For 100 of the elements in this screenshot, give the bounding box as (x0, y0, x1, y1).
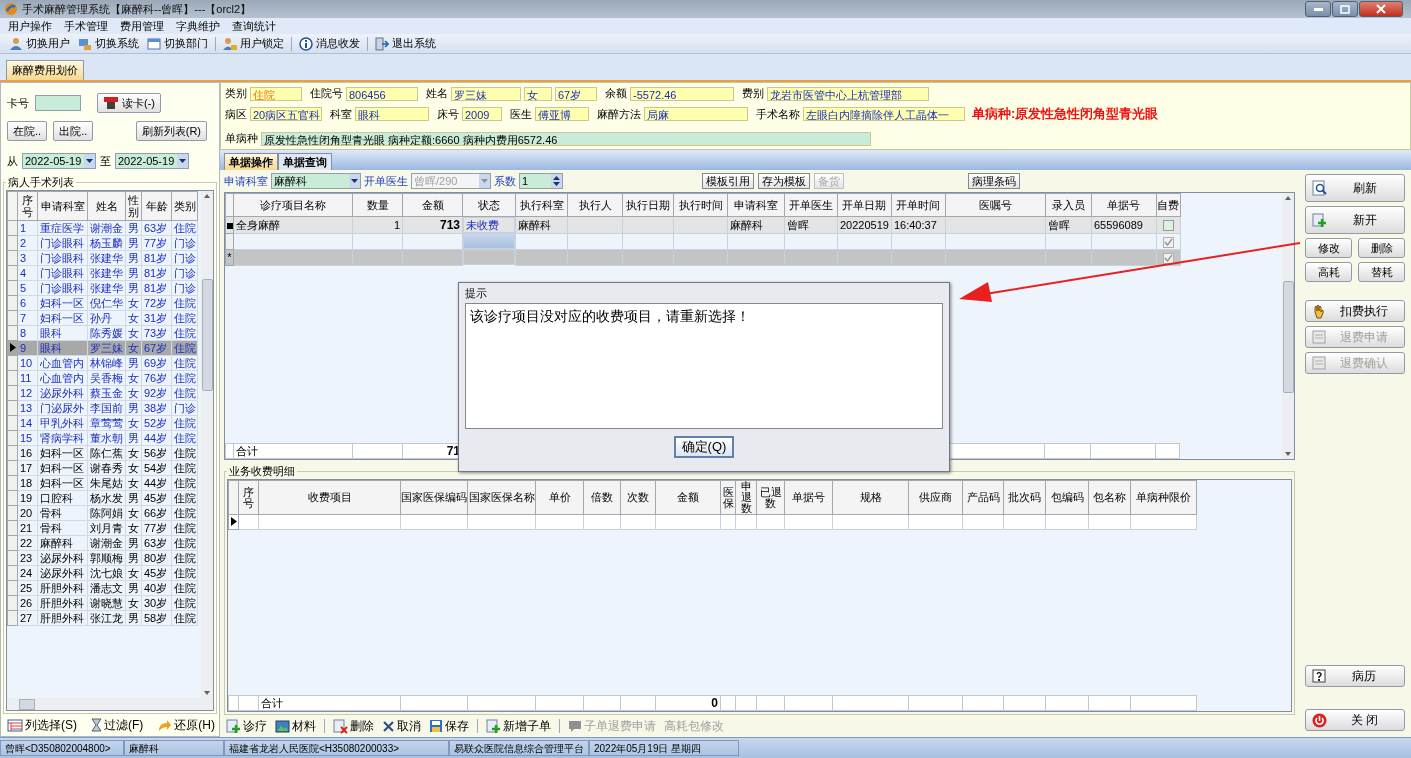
action-button[interactable]: 扣费执行 (1305, 300, 1405, 322)
vertical-scrollbar[interactable] (201, 191, 213, 698)
tab[interactable]: 单据操作 (224, 153, 278, 170)
table-row[interactable]: 23 泌尿外科 郭顺梅 男 80岁 住院 (7, 550, 198, 566)
scrollbar-thumb[interactable] (19, 698, 35, 710)
spinner-arrows-icon[interactable] (551, 174, 562, 188)
toolbar-button[interactable]: 用户锁定 (220, 34, 287, 53)
column-header[interactable]: 开单医生 (784, 193, 838, 217)
list-filter-button[interactable]: 刷新列表(R) (135, 121, 207, 141)
table-row[interactable]: 3 门诊眼科 张建华 男 81岁 门诊 (7, 250, 198, 266)
column-header[interactable]: 年龄 (141, 191, 172, 221)
read-card-button[interactable]: 读卡(-) (97, 93, 161, 113)
column-header[interactable]: 金额 (402, 193, 463, 217)
table-row[interactable] (228, 514, 1197, 530)
minimize-button[interactable] (1305, 1, 1331, 17)
action-button[interactable]: 修改 (1305, 238, 1352, 258)
table-row[interactable]: 9 眼科 罗三妹 女 67岁 住院 (7, 340, 198, 356)
column-header[interactable]: 类别 (171, 191, 198, 221)
menu-item[interactable]: 字典维护 (176, 18, 220, 34)
column-header[interactable]: 次数 (620, 480, 656, 515)
date-picker[interactable]: 2022-05-19 (22, 153, 96, 169)
table-row[interactable]: 26 肝胆外科 谢晓慧 女 30岁 住院 (7, 595, 198, 611)
column-header[interactable]: 序号 (17, 191, 38, 221)
list-filter-button[interactable]: 出院.. (53, 121, 94, 141)
menu-item[interactable]: 用户操作 (8, 18, 52, 34)
table-row[interactable]: 18 妇科一区 朱尾姑 女 44岁 住院 (7, 475, 198, 491)
toolbar-button[interactable]: 材料 (273, 717, 318, 735)
action-button[interactable]: 新开 (1305, 206, 1405, 234)
column-header[interactable]: 执行人 (567, 193, 623, 217)
self-pay-checkbox[interactable] (1162, 252, 1174, 264)
column-header[interactable]: 金额 (655, 480, 721, 515)
tab[interactable]: 单据查询 (278, 153, 332, 170)
column-header[interactable]: 规格 (832, 480, 909, 515)
toolbar-button[interactable]: 切换部门 (144, 34, 211, 53)
action-button[interactable]: 删除 (1358, 238, 1405, 258)
scrollbar-thumb[interactable] (201, 279, 213, 391)
up-arrow-icon[interactable] (203, 193, 211, 199)
table-row[interactable]: 25 肝胆外科 潘志文 男 40岁 住院 (7, 580, 198, 596)
date-picker[interactable]: 2022-05-19 (115, 153, 189, 169)
table-row[interactable]: * (225, 249, 1181, 265)
toolbar-button[interactable]: 取消 (380, 717, 423, 735)
toolbar-button[interactable]: 还原(H) (155, 716, 217, 734)
column-header[interactable]: 诊疗项目名称 (233, 193, 353, 217)
self-pay-checkbox[interactable] (1162, 236, 1174, 248)
column-header[interactable]: 单据号 (1091, 193, 1157, 217)
toolbar-button[interactable]: 列选择(S) (5, 716, 79, 734)
toolbar-button[interactable]: 消息收发 (296, 34, 363, 53)
table-row[interactable]: 6 妇科一区 倪仁华 女 72岁 住院 (7, 295, 198, 311)
column-header[interactable]: 包名称 (1088, 480, 1131, 515)
column-header[interactable]: 序号 (238, 480, 259, 515)
action-button[interactable]: 替耗 (1358, 262, 1405, 282)
column-header[interactable]: 单据号 (784, 480, 833, 515)
toolbar-button[interactable]: 删除 (331, 717, 376, 735)
table-row[interactable]: 27 肝胆外科 张江龙 男 58岁 住院 (7, 610, 198, 626)
ok-button[interactable]: 确定(Q) (673, 436, 735, 458)
form-button[interactable]: 模板引用 (702, 173, 754, 189)
column-header[interactable]: 医嘱号 (945, 193, 1046, 217)
down-arrow-icon[interactable] (203, 690, 211, 696)
column-header[interactable]: 录入员 (1045, 193, 1092, 217)
column-header[interactable]: 申退数 (735, 480, 757, 515)
department-dropdown[interactable]: 麻醉科 (271, 173, 361, 189)
action-button[interactable]: 关 闭 (1305, 709, 1405, 731)
table-row[interactable]: 16 妇科一区 陈仁蕉 女 56岁 住院 (7, 445, 198, 461)
table-row[interactable]: 22 麻醉科 谢潮金 男 63岁 住院 (7, 535, 198, 551)
table-row[interactable]: 12 泌尿外科 蔡玉金 女 92岁 住院 (7, 385, 198, 401)
toolbar-button[interactable]: 切换系统 (75, 34, 142, 53)
scrollbar-thumb[interactable] (1282, 281, 1294, 393)
table-row[interactable]: 15 肾病学科 董水朝 男 44岁 住院 (7, 430, 198, 446)
horizontal-scrollbar[interactable] (7, 698, 213, 710)
column-header[interactable]: 自费 (1156, 193, 1181, 217)
table-row[interactable]: 19 口腔科 杨水发 男 45岁 住院 (7, 490, 198, 506)
table-row[interactable]: 全身麻醉 1 713 未收费 麻醉科 麻醉科 曾晖 20220519 16:40:37 曾晖 65596089 (225, 216, 1181, 233)
toolbar-button[interactable]: 切换用户 (6, 34, 73, 53)
column-header[interactable]: 批次码 (1003, 480, 1046, 515)
table-row[interactable]: 24 泌尿外科 沈七娘 女 45岁 住院 (7, 565, 198, 581)
table-row[interactable]: 1 重症医学 谢潮金 男 63岁 住院 (7, 220, 198, 236)
column-header[interactable]: 执行日期 (622, 193, 674, 217)
column-header[interactable]: 申请科室 (727, 193, 785, 217)
column-header[interactable]: 国家医保编码 (400, 480, 468, 515)
column-header[interactable]: 开单时间 (891, 193, 946, 217)
maximize-button[interactable] (1332, 1, 1358, 17)
self-pay-checkbox[interactable] (1162, 220, 1174, 232)
table-row[interactable]: 10 心血管内 林锦峰 男 69岁 住院 (7, 355, 198, 371)
column-header[interactable]: 包编码 (1045, 480, 1089, 515)
tab[interactable]: 麻醉费用划价 (6, 60, 84, 80)
toolbar-button[interactable]: 过滤(F) (89, 716, 146, 734)
menu-item[interactable]: 手术管理 (64, 18, 108, 34)
column-header[interactable]: 执行时间 (673, 193, 728, 217)
menu-item[interactable]: 查询统计 (232, 18, 276, 34)
vertical-scrollbar[interactable] (1282, 193, 1294, 459)
table-row[interactable]: 2 门诊眼科 杨玉麟 男 77岁 门诊 (7, 235, 198, 251)
table-row[interactable]: 8 眼科 陈秀媛 女 73岁 住院 (7, 325, 198, 341)
table-row[interactable]: 20 骨科 陈阿娟 女 66岁 住院 (7, 505, 198, 521)
table-row[interactable]: 13 门泌尿外 李国前 男 38岁 门诊 (7, 400, 198, 416)
column-header[interactable]: 开单日期 (837, 193, 892, 217)
form-button[interactable]: 存为模板 (758, 173, 810, 189)
table-row[interactable]: 17 妇科一区 谢春秀 女 54岁 住院 (7, 460, 198, 476)
card-number-field[interactable] (35, 95, 81, 111)
toolbar-button[interactable]: 诊疗 (224, 717, 269, 735)
down-arrow-icon[interactable] (1284, 451, 1292, 457)
